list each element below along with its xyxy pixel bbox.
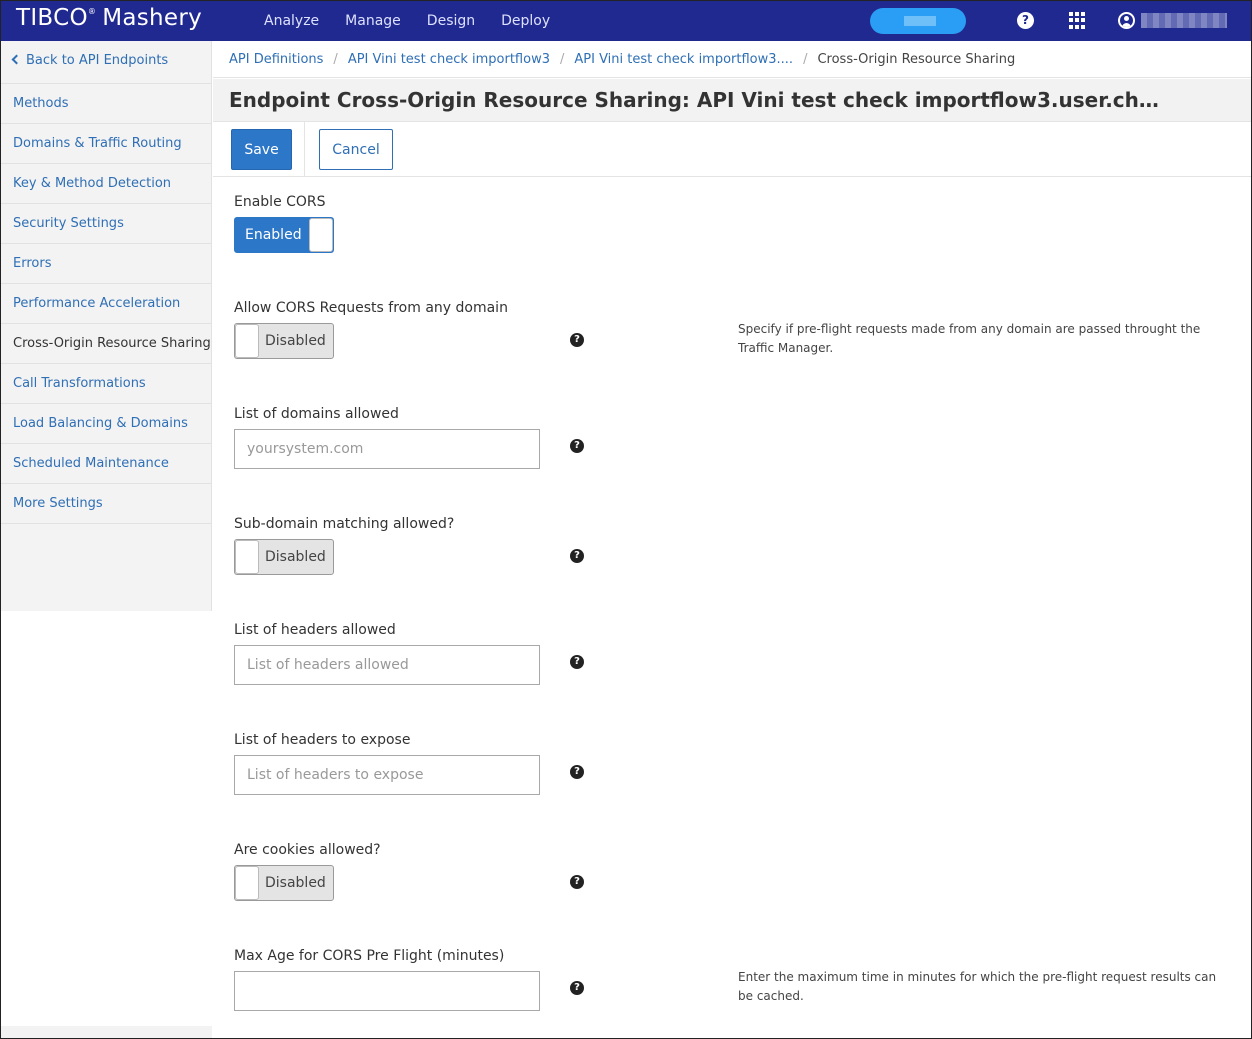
cookies-allowed-toggle[interactable]: Disabled xyxy=(234,865,334,901)
sidebar-item-key-method-detection[interactable]: Key & Method Detection xyxy=(1,164,211,204)
username-blurred[interactable] xyxy=(1141,13,1227,28)
question-icon[interactable]: ? xyxy=(570,439,584,453)
brand-o-icon: O xyxy=(69,5,88,31)
question-icon[interactable]: ? xyxy=(570,875,584,889)
action-bar: Save Cancel xyxy=(213,122,1251,177)
top-nav: Analyze Manage Design Deploy xyxy=(251,1,563,41)
product-name: Mashery xyxy=(102,5,203,31)
toggle-state: Disabled xyxy=(265,875,326,891)
question-icon[interactable]: ? xyxy=(570,765,584,779)
nav-design[interactable]: Design xyxy=(414,1,488,41)
toggle-state: Disabled xyxy=(265,549,326,565)
toggle-knob xyxy=(235,866,259,900)
sidebar-item-load-balancing[interactable]: Load Balancing & Domains xyxy=(1,404,211,444)
brand-logo[interactable]: TIBCO® Mashery xyxy=(16,5,202,31)
max-age-help: Enter the maximum time in minutes for wh… xyxy=(738,970,1217,1003)
chevron-left-icon xyxy=(11,54,22,65)
breadcrumb-api[interactable]: API Vini test check importflow3 xyxy=(348,52,550,67)
page-title: Endpoint Cross-Origin Resource Sharing: … xyxy=(229,88,1159,112)
toggle-state: Enabled xyxy=(245,227,302,243)
sidebar-item-security-settings[interactable]: Security Settings xyxy=(1,204,211,244)
sidebar-item-errors[interactable]: Errors xyxy=(1,244,211,284)
breadcrumb-current: Cross-Origin Resource Sharing xyxy=(817,52,1016,67)
cancel-button[interactable]: Cancel xyxy=(319,129,393,170)
enable-cors-toggle[interactable]: Enabled xyxy=(234,217,334,253)
nav-deploy[interactable]: Deploy xyxy=(488,1,563,41)
breadcrumb-api-definitions[interactable]: API Definitions xyxy=(229,52,323,67)
user-circle-icon[interactable] xyxy=(1118,12,1135,29)
action-divider xyxy=(304,122,305,177)
nav-analyze[interactable]: Analyze xyxy=(251,1,332,41)
sidebar: Back to API Endpoints Methods Domains & … xyxy=(1,41,212,611)
domains-allowed-input[interactable] xyxy=(234,429,540,469)
breadcrumb: API Definitions / API Vini test check impo… xyxy=(213,41,1251,78)
sidebar-item-domains-traffic-routing[interactable]: Domains & Traffic Routing xyxy=(1,124,211,164)
sidebar-item-scheduled-maintenance[interactable]: Scheduled Maintenance xyxy=(1,444,211,484)
headers-allowed-label: List of headers allowed xyxy=(234,622,396,638)
cookies-allowed-label: Are cookies allowed? xyxy=(234,842,381,858)
toggle-knob xyxy=(235,324,259,358)
toggle-knob xyxy=(235,540,259,574)
max-age-label: Max Age for CORS Pre Flight (minutes) xyxy=(234,948,505,964)
sidebar-footer xyxy=(1,1026,212,1038)
question-circle-icon[interactable]: ? xyxy=(1017,12,1034,29)
allow-any-domain-toggle[interactable]: Disabled xyxy=(234,323,334,359)
nav-manage[interactable]: Manage xyxy=(332,1,414,41)
sidebar-item-more-settings[interactable]: More Settings xyxy=(1,484,211,524)
question-icon[interactable]: ? xyxy=(570,655,584,669)
headers-allowed-input[interactable] xyxy=(234,645,540,685)
brand-name: TIBC xyxy=(16,5,70,31)
sidebar-item-call-transformations[interactable]: Call Transformations xyxy=(1,364,211,404)
allow-any-domain-label: Allow CORS Requests from any domain xyxy=(234,300,508,316)
area-switcher-label-blur xyxy=(904,16,936,26)
sidebar-item-performance-acceleration[interactable]: Performance Acceleration xyxy=(1,284,211,324)
question-icon[interactable]: ? xyxy=(570,549,584,563)
brand-mark: ® xyxy=(87,7,97,16)
max-age-input[interactable] xyxy=(234,971,540,1011)
allow-any-domain-help: Specify if pre-flight requests made from… xyxy=(738,322,1201,355)
question-icon[interactable]: ? xyxy=(570,333,584,347)
save-button[interactable]: Save xyxy=(231,129,292,170)
title-bar: Endpoint Cross-Origin Resource Sharing: … xyxy=(213,79,1251,122)
domains-allowed-label: List of domains allowed xyxy=(234,406,399,422)
headers-expose-label: List of headers to expose xyxy=(234,732,411,748)
question-icon[interactable]: ? xyxy=(570,981,584,995)
headers-expose-input[interactable] xyxy=(234,755,540,795)
back-to-endpoints-link[interactable]: Back to API Endpoints xyxy=(1,41,211,84)
breadcrumb-endpoint[interactable]: API Vini test check importflow3.... xyxy=(574,52,793,67)
toggle-state: Disabled xyxy=(265,333,326,349)
toggle-knob xyxy=(309,218,333,252)
top-navbar: TIBCO® Mashery Analyze Manage Design Depl… xyxy=(1,1,1251,41)
sidebar-item-cors[interactable]: Cross-Origin Resource Sharing xyxy=(1,324,211,364)
area-switcher-button[interactable] xyxy=(870,8,966,34)
enable-cors-label: Enable CORS xyxy=(234,194,326,210)
subdomain-matching-toggle[interactable]: Disabled xyxy=(234,539,334,575)
grid-icon[interactable] xyxy=(1069,12,1086,29)
app-frame: TIBCO® Mashery Analyze Manage Design Depl… xyxy=(0,0,1252,1039)
subdomain-matching-label: Sub-domain matching allowed? xyxy=(234,516,455,532)
sidebar-item-methods[interactable]: Methods xyxy=(1,84,211,124)
back-label: Back to API Endpoints xyxy=(26,53,169,68)
